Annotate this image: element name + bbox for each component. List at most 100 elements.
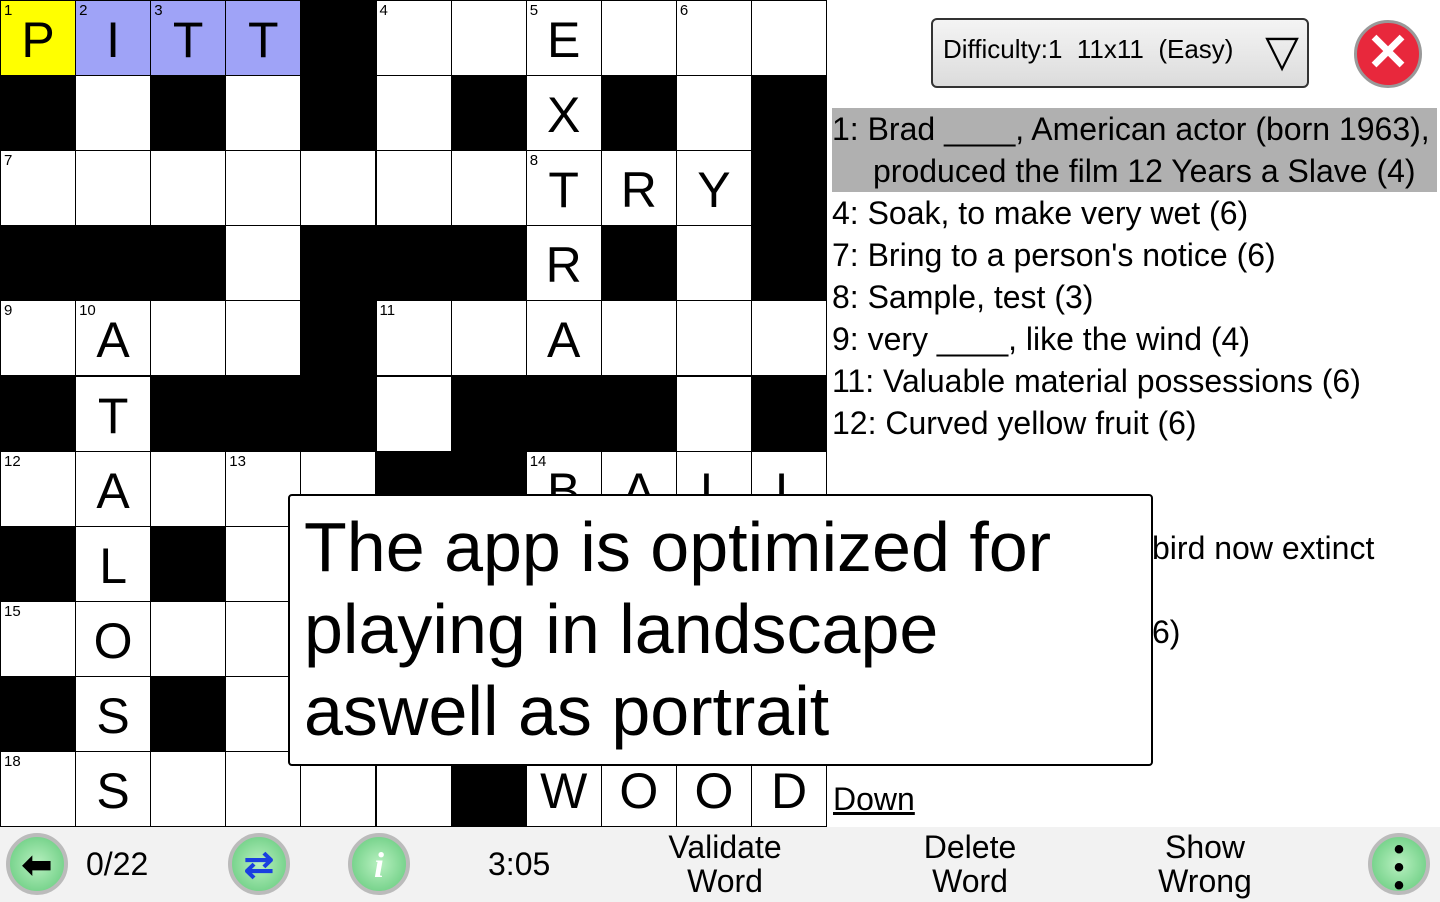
swap-direction-button[interactable]: ⇄ — [228, 833, 290, 895]
grid-cell[interactable]: 8T — [526, 151, 601, 226]
cell-number: 13 — [229, 452, 246, 470]
grid-cell[interactable]: L — [76, 526, 151, 601]
orientation-popup[interactable]: The app is optimized for playing in land… — [288, 494, 1153, 766]
grid-cell[interactable] — [226, 301, 301, 376]
cell-number: 7 — [4, 152, 13, 170]
grid-cell[interactable]: 11 — [376, 301, 451, 376]
cell-letter: T — [172, 12, 204, 68]
grid-cell[interactable] — [451, 151, 526, 226]
grid-cell[interactable]: 18 — [1, 752, 75, 826]
down-clues-link[interactable]: Down — [833, 781, 915, 818]
grid-cell[interactable] — [226, 151, 301, 226]
grid-cell[interactable] — [376, 151, 451, 226]
close-button[interactable]: ✕ — [1354, 20, 1422, 88]
grid-cell[interactable]: R — [526, 226, 601, 301]
grid-cell[interactable] — [151, 151, 226, 226]
cell-letter: I — [106, 12, 121, 68]
grid-cell[interactable]: 5E — [526, 1, 601, 75]
grid-cell[interactable]: 3T — [151, 1, 226, 75]
clue-fragment: 6) — [1152, 614, 1181, 650]
grid-cell[interactable] — [76, 76, 151, 151]
cell-letter: X — [547, 87, 581, 144]
difficulty-label: Difficulty:1 11x11 (Easy) — [943, 34, 1234, 64]
grid-cell[interactable]: O — [76, 601, 151, 676]
grid-cell[interactable] — [752, 301, 826, 376]
difficulty-dropdown[interactable]: Difficulty:1 11x11 (Easy) ▽ — [931, 18, 1309, 88]
grid-cell[interactable]: 12 — [1, 451, 75, 526]
clue-item[interactable]: 8: Sample, test (3) — [832, 276, 1437, 318]
cell-number: 3 — [154, 2, 163, 19]
cell-letter: A — [96, 462, 130, 519]
grid-cell[interactable]: 10 A — [76, 301, 151, 376]
grid-cell[interactable] — [226, 76, 301, 151]
clue-item[interactable]: 12: Curved yellow fruit (6) — [832, 402, 1437, 444]
grid-cell[interactable]: T — [76, 376, 151, 451]
grid-cell[interactable]: 4 — [376, 1, 451, 75]
grid-cell[interactable]: A — [526, 301, 601, 376]
grid-cell[interactable]: Y — [676, 151, 751, 226]
grid-cell[interactable] — [376, 376, 451, 451]
grid-cell[interactable]: X — [526, 76, 601, 151]
cell-letter: D — [770, 763, 808, 819]
clue-list: 1: Brad ____, American actor (born 1963)… — [832, 108, 1437, 444]
delete-word-button[interactable]: Delete Word — [900, 830, 1040, 898]
grid-cell[interactable]: 1P — [1, 1, 75, 75]
grid-cell[interactable] — [301, 151, 376, 226]
clue-item[interactable]: 4: Soak, to make very wet (6) — [832, 192, 1437, 234]
cell-letter: O — [619, 763, 659, 819]
grid-cell-black — [752, 376, 826, 451]
grid-cell[interactable]: 6 — [676, 1, 751, 75]
cell-letter: A — [547, 312, 581, 369]
clue-item[interactable]: 11: Valuable material possessions (6) — [832, 360, 1437, 402]
grid-cell[interactable] — [76, 151, 151, 226]
grid-cell[interactable] — [676, 301, 751, 376]
back-button[interactable]: ⬅ — [6, 833, 68, 895]
show-wrong-button[interactable]: Show Wrong — [1130, 830, 1280, 898]
validate-word-button[interactable]: Validate Word — [640, 830, 810, 898]
cell-number: 6 — [679, 2, 689, 19]
grid-cell[interactable]: A — [76, 451, 151, 526]
grid-cell[interactable]: S — [76, 752, 151, 826]
cell-number: 12 — [4, 452, 21, 470]
cell-letter: P — [21, 12, 55, 68]
cell-letter: O — [93, 612, 133, 669]
grid-cell[interactable] — [376, 76, 451, 151]
menu-button[interactable]: • • • — [1368, 833, 1430, 901]
grid-cell[interactable]: 2I — [76, 1, 151, 75]
grid-cell[interactable]: R — [601, 151, 676, 226]
grid-cell[interactable] — [676, 376, 751, 451]
grid-cell-black — [301, 226, 376, 301]
grid-cell[interactable]: 15 — [1, 601, 75, 676]
grid-cell[interactable] — [451, 1, 526, 75]
cell-number: 8 — [529, 152, 539, 170]
grid-cell[interactable]: T — [226, 1, 301, 75]
grid-cell[interactable] — [151, 601, 226, 676]
cell-number: 9 — [4, 302, 13, 320]
cell-number: 14 — [529, 452, 547, 470]
grid-cell[interactable] — [676, 76, 751, 151]
grid-cell-black — [451, 76, 526, 151]
grid-cell[interactable] — [451, 301, 526, 376]
timer: 3:05 — [488, 846, 551, 882]
clue-item-selected[interactable]: 1: Brad ____, American actor (born 1963)… — [832, 108, 1437, 192]
grid-cell-black — [451, 226, 526, 301]
grid-cell[interactable]: 9 — [1, 301, 75, 376]
grid-cell[interactable] — [752, 1, 826, 75]
cell-letter: T — [97, 387, 129, 444]
grid-cell[interactable] — [676, 226, 751, 301]
clue-item[interactable]: 9: very ____, like the wind (4) — [832, 318, 1437, 360]
grid-cell[interactable] — [151, 752, 226, 826]
grid-cell[interactable] — [601, 301, 676, 376]
cell-letter: T — [248, 12, 279, 68]
grid-cell[interactable] — [151, 301, 226, 376]
info-button[interactable]: i — [348, 833, 410, 895]
cell-letter: L — [99, 537, 127, 594]
cell-letter: W — [540, 763, 588, 819]
grid-cell[interactable] — [601, 1, 676, 75]
cell-letter: R — [545, 237, 582, 294]
grid-cell[interactable] — [226, 226, 301, 301]
grid-cell[interactable]: 7 — [1, 151, 75, 226]
grid-cell[interactable]: S — [76, 676, 151, 751]
clue-item[interactable]: 7: Bring to a person's notice (6) — [832, 234, 1437, 276]
grid-cell[interactable] — [151, 451, 226, 526]
